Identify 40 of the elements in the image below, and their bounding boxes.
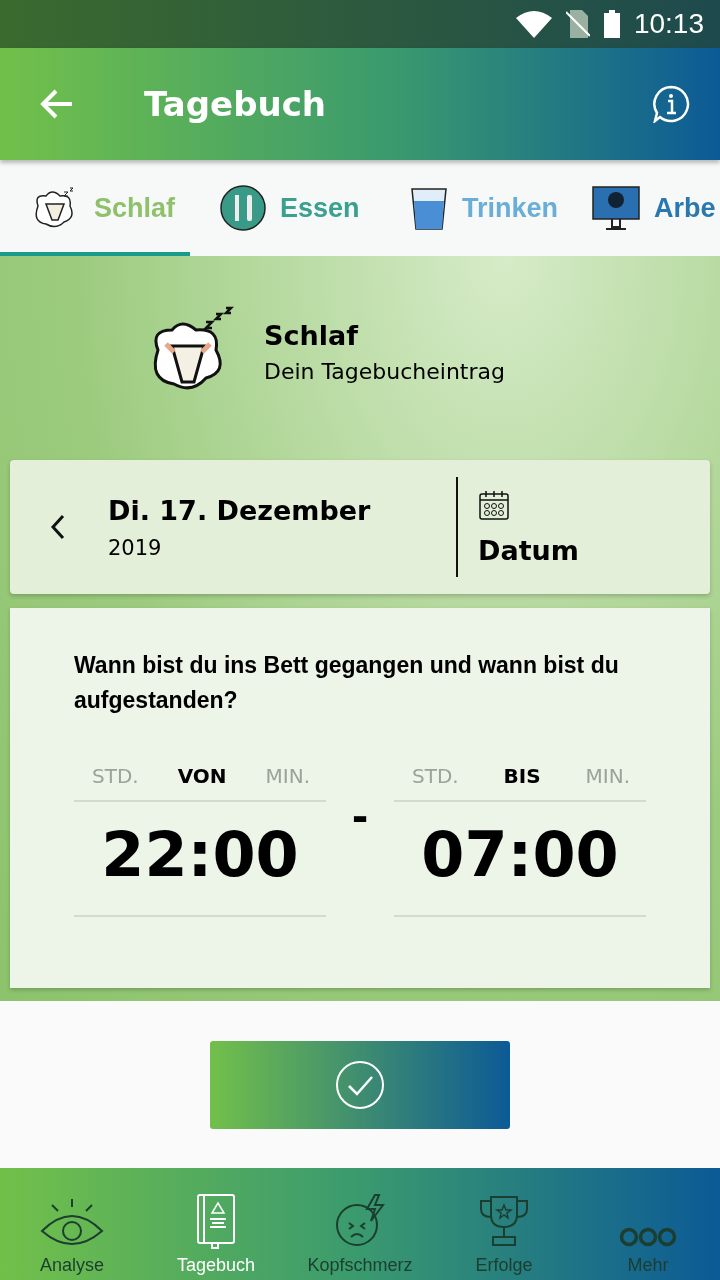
hour-label: STD. <box>412 764 459 788</box>
glass-icon <box>410 185 448 231</box>
hour-label: STD. <box>92 764 139 788</box>
check-icon <box>335 1059 385 1110</box>
nav-item[interactable]: Analyse <box>0 1168 144 1280</box>
wifi-icon <box>515 10 552 38</box>
category-tab[interactable]: Trinken <box>380 160 582 256</box>
picker-label: BIS <box>503 764 541 788</box>
entry-title: Schlaf <box>264 320 360 351</box>
info-icon[interactable] <box>652 85 690 123</box>
separator: - <box>350 794 370 840</box>
minute-label: MIN. <box>585 764 630 788</box>
nav-item[interactable]: Mehr <box>576 1168 720 1280</box>
minute-label: MIN. <box>265 764 310 788</box>
trophy-icon <box>477 1193 531 1249</box>
time-value[interactable]: 07:00 <box>394 802 646 917</box>
clock: 10:13 <box>633 8 704 40</box>
time-value[interactable]: 22:00 <box>74 802 326 917</box>
nav-item[interactable]: Erfolge <box>432 1168 576 1280</box>
no-sim-icon <box>565 10 590 38</box>
book-icon <box>196 1193 236 1249</box>
category-tab[interactable]: Schlaf <box>0 160 190 256</box>
monitor-icon <box>592 185 640 231</box>
chevron-left-icon[interactable] <box>50 514 66 540</box>
category-tab[interactable]: Arbe <box>582 160 716 256</box>
nav-item[interactable]: Tagebuch <box>144 1168 288 1280</box>
more-icon <box>619 1225 677 1249</box>
battery-icon <box>603 10 620 38</box>
entry-subtitle: Dein Tagebucheintrag <box>264 359 505 384</box>
date-button[interactable]: Datum <box>478 534 579 566</box>
calendar-icon[interactable] <box>478 488 510 521</box>
headache-icon <box>333 1193 387 1249</box>
nav-item[interactable]: Kopfschmerz <box>288 1168 432 1280</box>
question-text: Wann bist du ins Bett gegangen und wann bist du aufgestanden? <box>74 651 620 715</box>
date-day: Di. 17. Dezember <box>108 494 456 526</box>
confirm-button[interactable] <box>210 1040 510 1129</box>
category-tab[interactable]: Essen <box>190 160 380 256</box>
picker-label: VON <box>177 764 227 788</box>
date-year: 2019 <box>108 535 163 560</box>
screen-title: Tagebuch <box>144 84 328 124</box>
